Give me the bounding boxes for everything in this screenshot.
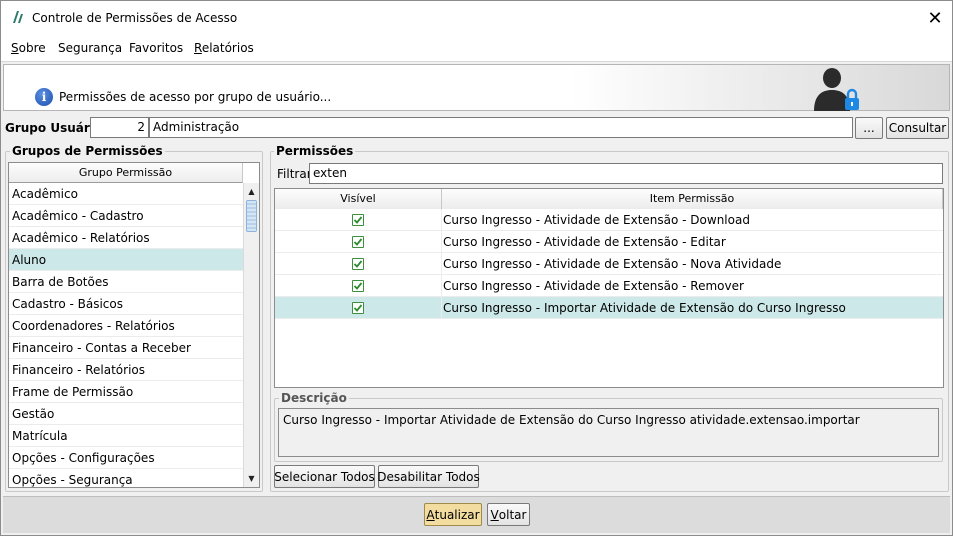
window-title: Controle de Permissões de Acesso xyxy=(32,11,238,25)
app-logo-icon xyxy=(13,11,23,23)
grupos-list: Grupo Permissão Acadêmico Acadêmico - Cad… xyxy=(8,162,260,488)
menu-relatorios[interactable]: Relatórios xyxy=(194,41,254,55)
check-icon xyxy=(353,304,363,312)
scroll-thumb[interactable] xyxy=(246,200,257,232)
list-item[interactable]: Matrícula xyxy=(9,425,243,447)
permissoes-grid: Visível Item Permissão Curso Ingresso - … xyxy=(274,188,944,388)
list-item[interactable]: Frame de Permissão xyxy=(9,381,243,403)
permissoes-rows: Curso Ingresso - Atividade de Extensão -… xyxy=(275,209,943,319)
title-bar: Controle de Permissões de Acesso ✕ xyxy=(1,1,952,35)
visivel-checkbox[interactable] xyxy=(352,280,364,292)
visivel-cell xyxy=(275,253,442,275)
visivel-cell xyxy=(275,231,442,253)
menu-bar: Sobre Segurança Favoritos Relatórios xyxy=(1,35,952,62)
info-icon: i xyxy=(35,88,53,106)
list-item[interactable]: Financeiro - Relatórios xyxy=(9,359,243,381)
filter-input[interactable]: exten xyxy=(309,163,943,184)
visivel-checkbox[interactable] xyxy=(352,302,364,314)
list-item[interactable]: Acadêmico - Cadastro xyxy=(9,205,243,227)
visivel-checkbox[interactable] xyxy=(352,258,364,270)
scroll-up-icon[interactable]: ▲ xyxy=(244,184,259,199)
list-item[interactable]: Opções - Configurações xyxy=(9,447,243,469)
item-permissao-cell: Curso Ingresso - Atividade de Extensão -… xyxy=(443,213,750,227)
banner-text: Permissões de acesso por grupo de usuári… xyxy=(59,90,332,104)
check-icon xyxy=(353,260,363,268)
list-item[interactable]: Gestão xyxy=(9,403,243,425)
desabilitar-todos-button[interactable]: Desabilitar Todos xyxy=(377,465,480,488)
menu-seguranca[interactable]: Segurança xyxy=(58,41,122,55)
item-permissao-cell: Curso Ingresso - Atividade de Extensão -… xyxy=(443,235,726,249)
item-permissao-cell: Curso Ingresso - Atividade de Extensão -… xyxy=(443,257,782,271)
item-permissao-cell: Curso Ingresso - Importar Atividade de E… xyxy=(443,301,846,315)
list-item[interactable]: Barra de Botões xyxy=(9,271,243,293)
list-item[interactable]: Opções - Segurança xyxy=(9,469,243,487)
list-item[interactable]: Acadêmico xyxy=(9,183,243,205)
descricao-text: Curso Ingresso - Importar Atividade de E… xyxy=(278,408,939,457)
grupo-permissao-column-header[interactable]: Grupo Permissão xyxy=(9,163,243,183)
close-icon: ✕ xyxy=(927,7,943,29)
close-button[interactable]: ✕ xyxy=(918,1,952,35)
descricao-title: Descrição xyxy=(279,391,349,405)
selecionar-todos-button[interactable]: Selecionar Todos xyxy=(274,465,375,488)
visivel-checkbox[interactable] xyxy=(352,214,364,226)
menu-favoritos[interactable]: Favoritos xyxy=(129,41,183,55)
visivel-cell xyxy=(275,297,442,319)
consultar-button[interactable]: Consultar xyxy=(886,117,949,139)
visivel-cell xyxy=(275,209,442,231)
visivel-cell xyxy=(275,275,442,297)
list-item[interactable]: Acadêmico - Relatórios xyxy=(9,227,243,249)
grupo-usuario-code-field[interactable]: 2 xyxy=(90,117,149,138)
check-icon xyxy=(353,216,363,224)
check-icon xyxy=(353,282,363,290)
app-window: Controle de Permissões de Acesso ✕ Sobre… xyxy=(0,0,953,536)
grupos-title: Grupos de Permissões xyxy=(10,144,165,158)
list-item[interactable]: Financeiro - Contas a Receber xyxy=(9,337,243,359)
table-row[interactable]: Curso Ingresso - Atividade de Extensão -… xyxy=(275,275,943,297)
table-row[interactable]: Curso Ingresso - Importar Atividade de E… xyxy=(275,297,943,319)
item-permissao-cell: Curso Ingresso - Atividade de Extensão -… xyxy=(443,279,744,293)
atualizar-button[interactable]: Atualizar xyxy=(424,503,482,526)
visivel-checkbox[interactable] xyxy=(352,236,364,248)
grupos-rows: Acadêmico Acadêmico - Cadastro Acadêmico -… xyxy=(9,183,243,487)
table-row[interactable]: Curso Ingresso - Atividade de Extensão -… xyxy=(275,253,943,275)
visivel-column-header[interactable]: Visível xyxy=(275,189,442,209)
table-row[interactable]: Curso Ingresso - Atividade de Extensão -… xyxy=(275,231,943,253)
user-lock-icon xyxy=(814,68,859,111)
list-item[interactable]: Cadastro - Básicos xyxy=(9,293,243,315)
list-item[interactable]: Aluno xyxy=(9,249,243,271)
permissoes-title: Permissões xyxy=(274,144,356,158)
lookup-button[interactable]: ... xyxy=(855,117,883,139)
menu-sobre[interactable]: Sobre xyxy=(11,41,46,55)
permissoes-grid-header: Visível Item Permissão xyxy=(275,189,943,209)
check-icon xyxy=(353,238,363,246)
list-item[interactable]: Coordenadores - Relatórios xyxy=(9,315,243,337)
scroll-down-icon[interactable]: ▼ xyxy=(244,471,259,486)
voltar-button[interactable]: Voltar xyxy=(487,503,530,526)
info-banner: i Permissões de acesso por grupo de usuá… xyxy=(3,64,950,111)
grupo-usuario-name-field[interactable]: Administração xyxy=(149,117,853,138)
item-permissao-column-header[interactable]: Item Permissão xyxy=(442,189,943,209)
grupos-scrollbar[interactable]: ▲ ▼ xyxy=(243,183,259,487)
table-row[interactable]: Curso Ingresso - Atividade de Extensão -… xyxy=(275,209,943,231)
